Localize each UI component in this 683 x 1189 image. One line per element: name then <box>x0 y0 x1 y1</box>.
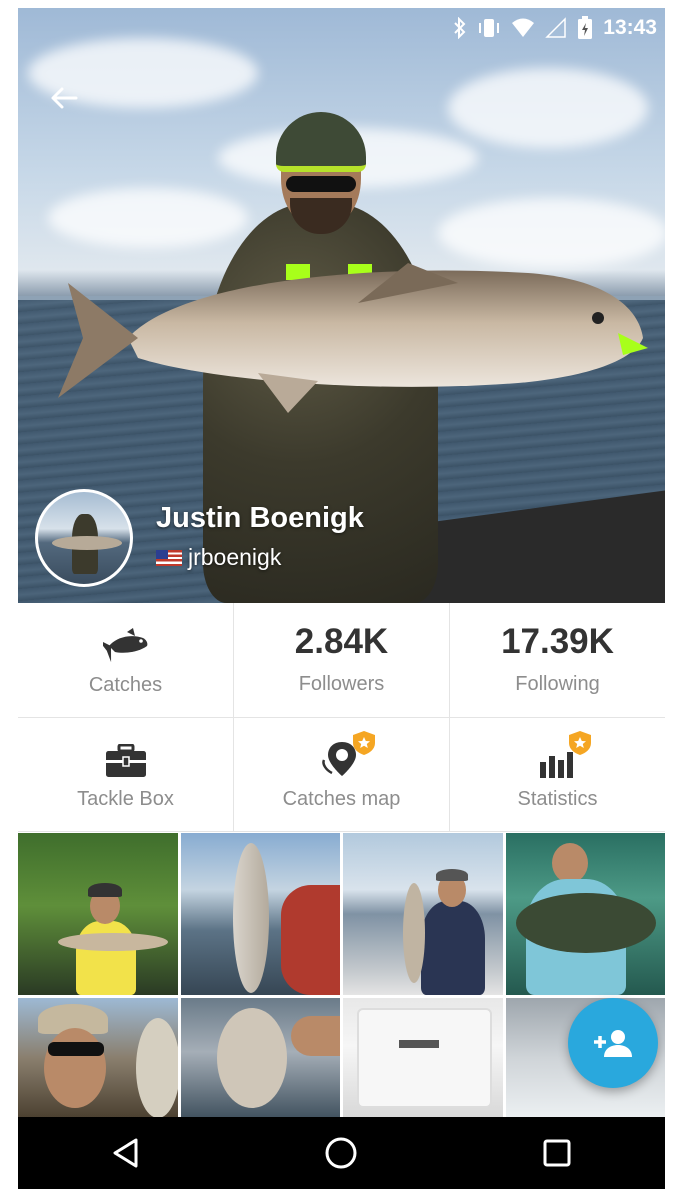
system-nav-bar <box>18 1117 665 1189</box>
catches-label: Catches <box>88 673 163 696</box>
back-arrow-icon[interactable] <box>46 80 82 116</box>
us-flag-icon <box>156 549 182 566</box>
nav-back-button[interactable] <box>86 1123 166 1183</box>
fish-icon <box>102 627 147 662</box>
followers-label: Followers <box>298 673 385 695</box>
battery-icon <box>578 16 593 39</box>
following-label: Following <box>515 673 600 695</box>
catch-photo[interactable] <box>180 998 340 1118</box>
stats-row: Catches 2.84K Followers 17.39K Following <box>18 603 665 718</box>
catch-photo[interactable] <box>18 998 178 1118</box>
avatar[interactable] <box>35 489 133 587</box>
home-circle-icon <box>325 1137 357 1169</box>
profile-username-row: jrboenigk <box>156 544 281 571</box>
following-count: 17.39K <box>501 622 614 661</box>
tackle-box-button[interactable]: Tackle Box <box>18 718 234 831</box>
followers-count: 2.84K <box>294 622 389 661</box>
signal-icon <box>545 17 567 38</box>
vibrate-icon <box>479 19 500 37</box>
following-stat[interactable]: 17.39K Following <box>450 603 665 717</box>
status-bar: 13:43 <box>18 8 665 48</box>
follow-user-fab[interactable] <box>568 998 658 1088</box>
statistics-button[interactable]: Statistics <box>450 718 665 831</box>
catches-photo-grid <box>18 833 665 1118</box>
catches-stat[interactable]: Catches <box>18 603 234 717</box>
catches-map-button[interactable]: Catches map <box>234 718 450 831</box>
catch-photo[interactable] <box>343 998 503 1118</box>
nav-home-button[interactable] <box>301 1123 381 1183</box>
catch-photo[interactable] <box>505 833 665 995</box>
redfish-image <box>58 263 648 413</box>
actions-row: Tackle Box Catches map Statistics <box>18 718 665 832</box>
tackle-box-icon <box>105 744 146 777</box>
nav-recents-button[interactable] <box>517 1123 597 1183</box>
profile-username: jrboenigk <box>188 544 282 570</box>
app-screen: 13:43 Justin Boenigk jrboenigk Catches 2… <box>18 8 665 1189</box>
statistics-label: Statistics <box>517 788 598 810</box>
recents-square-icon <box>543 1139 571 1167</box>
back-triangle-icon <box>113 1138 138 1168</box>
catches-map-label: Catches map <box>282 788 401 810</box>
premium-badge-icon <box>352 731 375 755</box>
followers-stat[interactable]: 2.84K Followers <box>234 603 450 717</box>
tackle-box-label: Tackle Box <box>77 788 174 810</box>
bluetooth-icon <box>454 17 466 39</box>
premium-badge-icon <box>568 731 591 755</box>
add-person-icon <box>594 1030 632 1057</box>
cover-photo: 13:43 Justin Boenigk jrboenigk <box>18 8 665 603</box>
profile-name: Justin Boenigk <box>156 502 364 534</box>
wifi-icon <box>512 18 535 37</box>
catch-photo[interactable] <box>180 833 340 995</box>
status-time: 13:43 <box>603 16 657 39</box>
catch-photo[interactable] <box>343 833 503 995</box>
catch-photo[interactable] <box>18 833 178 995</box>
